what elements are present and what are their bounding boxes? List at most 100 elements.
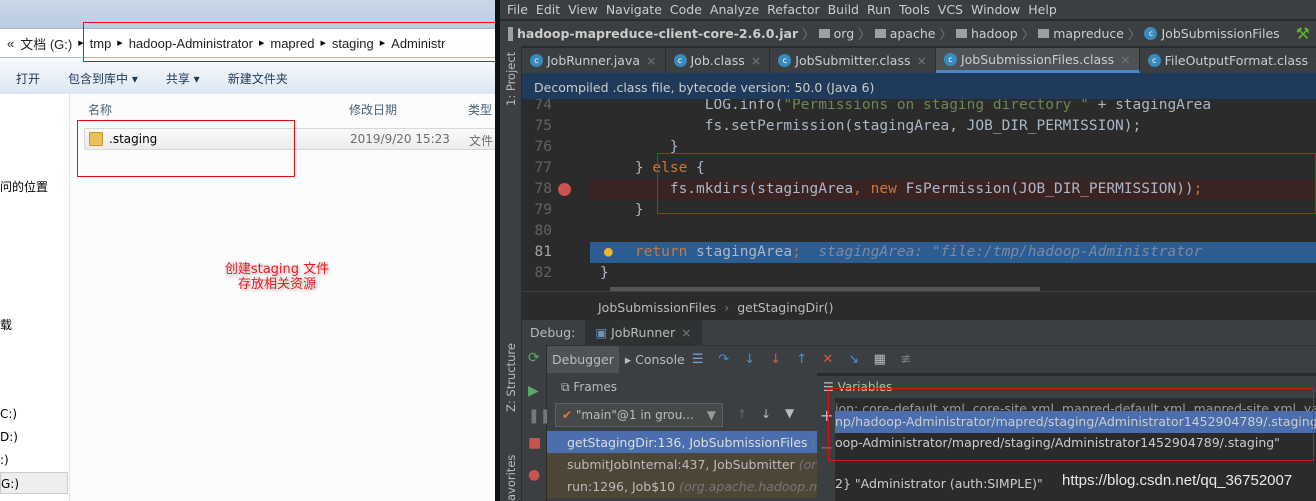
project-tool-tab[interactable]: 1: Project [504, 52, 518, 106]
frame-package: (org [798, 457, 817, 472]
close-icon[interactable]: × [751, 53, 761, 68]
drop-frame-icon[interactable]: ✕ [821, 352, 835, 367]
add-watch-icon[interactable]: + [820, 406, 833, 425]
include-in-library-button[interactable]: 包含到库中 ▾ [68, 70, 138, 87]
nav-org[interactable]: org [834, 26, 855, 41]
chevron-right-icon[interactable]: ▶ [259, 39, 264, 47]
column-name[interactable]: 名称 [88, 101, 112, 118]
nav-item[interactable]: D:) [0, 430, 18, 444]
nav-mapreduce[interactable]: mapreduce [1053, 26, 1124, 41]
menu-tools[interactable]: Tools [899, 2, 930, 17]
close-icon[interactable]: × [916, 53, 926, 68]
package-icon [1038, 29, 1050, 38]
share-button[interactable]: 共享 ▾ [166, 70, 200, 87]
menu-edit[interactable]: Edit [536, 2, 560, 17]
nav-item[interactable]: :) [0, 453, 9, 467]
nav-item[interactable]: C:) [0, 407, 17, 421]
stop-icon[interactable]: ■ [528, 435, 541, 451]
menu-run[interactable]: Run [867, 2, 891, 17]
file-row[interactable]: .staging 2019/9/20 15:23 文件 [84, 128, 497, 150]
chevron-right-icon[interactable]: ▶ [78, 39, 83, 47]
trace-icon[interactable]: ≢ [899, 352, 913, 367]
close-icon[interactable]: × [1120, 52, 1130, 67]
menu-view[interactable]: View [568, 2, 598, 17]
frame-item[interactable]: run:1296, Job$10 (org.apache.hadoop.m [547, 475, 817, 498]
tab-jobrunner[interactable]: c JobRunner.java × [522, 48, 666, 73]
address-segment[interactable]: staging [332, 36, 374, 51]
tab-jobsubmitter[interactable]: c JobSubmitter.class × [770, 48, 936, 73]
address-back-chevron[interactable]: « [7, 36, 14, 51]
breadcrumb-class[interactable]: JobSubmissionFiles [598, 300, 716, 315]
chevron-right-icon[interactable]: ▶ [117, 39, 122, 47]
arrow-up-icon[interactable]: ↑ [737, 407, 747, 421]
show-execution-point-icon[interactable]: ☰ [691, 352, 705, 367]
menu-build[interactable]: Build [828, 2, 859, 17]
menu-refactor[interactable]: Refactor [767, 2, 819, 17]
debug-session-tab[interactable]: ▣ JobRunner × [585, 320, 702, 345]
tab-jobsubmissionfiles[interactable]: c JobSubmissionFiles.class × [935, 48, 1140, 73]
line-number: 76 [534, 139, 552, 155]
editor-tabs: c JobRunner.java × c Job.class × c JobSubmitt… [522, 48, 1316, 73]
nav-hadoop[interactable]: hadoop [971, 26, 1018, 41]
column-date[interactable]: 修改日期 [349, 101, 397, 118]
menu-navigate[interactable]: Navigate [606, 2, 662, 17]
column-type[interactable]: 类型 [468, 101, 492, 118]
code-editor[interactable]: 74 LOG.info("Permissions on staging dire… [522, 99, 1316, 291]
nav-class[interactable]: JobSubmissionFiles [1161, 26, 1279, 41]
menu-help[interactable]: Help [1028, 2, 1057, 17]
filter-icon[interactable]: ▼ [785, 406, 794, 420]
check-icon: ✔ [562, 408, 576, 422]
close-icon[interactable]: × [681, 325, 691, 340]
step-into-icon[interactable]: ↓ [743, 352, 757, 367]
step-out-icon[interactable]: ↑ [795, 352, 809, 367]
menu-file[interactable]: File [507, 2, 528, 17]
package-icon [874, 29, 886, 38]
nav-item[interactable]: 载 [0, 316, 12, 333]
address-segment[interactable]: hadoop-Administrator [129, 36, 253, 51]
debugger-tab[interactable]: Debugger [547, 346, 619, 373]
variable-row[interactable]: np/hadoop-Administrator/mapred/staging/A… [835, 411, 1316, 433]
arrow-down-icon[interactable]: ↓ [761, 407, 771, 421]
nav-apache[interactable]: apache [890, 26, 936, 41]
force-step-into-icon[interactable]: ↓ [769, 352, 783, 367]
tab-job[interactable]: c Job.class × [666, 48, 771, 73]
menu-code[interactable]: Code [670, 2, 702, 17]
resume-icon[interactable]: ▶ [528, 383, 539, 399]
frames-header: ⧉ Frames [547, 376, 817, 398]
nav-item-selected[interactable]: G:) [0, 472, 68, 494]
breakpoint-icon[interactable] [558, 183, 571, 196]
new-folder-button[interactable]: 新建文件夹 [228, 70, 288, 87]
code-breadcrumb: JobSubmissionFiles › getStagingDir() [522, 291, 1316, 320]
frame-item[interactable]: getStagingDir:136, JobSubmissionFiles (o [547, 431, 817, 454]
breadcrumb-method[interactable]: getStagingDir() [737, 300, 833, 315]
favorites-tool-tab[interactable]: avorites [504, 455, 518, 501]
address-segment[interactable]: Administr [391, 36, 445, 51]
menu-analyze[interactable]: Analyze [710, 2, 759, 17]
nav-item[interactable]: 问的位置 [0, 178, 48, 195]
chevron-right-icon[interactable]: ▶ [380, 39, 385, 47]
run-to-cursor-icon[interactable]: ↘ [847, 352, 861, 367]
remove-watch-icon[interactable]: − [820, 438, 833, 457]
address-segment[interactable]: mapred [270, 36, 314, 51]
address-segment[interactable]: tmp [90, 36, 112, 51]
address-segment[interactable]: 文档 (G:) [20, 34, 72, 53]
open-button[interactable]: 打开 [16, 70, 40, 87]
view-breakpoints-icon[interactable]: ● [528, 467, 540, 483]
console-tab[interactable]: ▸ Console [625, 352, 685, 367]
menu-window[interactable]: Window [971, 2, 1020, 17]
step-over-icon[interactable]: ↷ [717, 352, 731, 367]
tab-fileoutputformat[interactable]: cFileOutputFormat.class× [1140, 48, 1316, 73]
menu-vcs[interactable]: VCS [938, 2, 963, 17]
thread-selector[interactable]: ✔ "main"@1 in grou... ▼ [555, 403, 723, 427]
frame-item[interactable]: submitJobInternal:437, JobSubmitter (org [547, 453, 817, 476]
variable-row[interactable]: oop-Administrator/mapred/staging/Adminis… [835, 432, 1316, 454]
nav-jar[interactable]: hadoop-mapreduce-client-core-2.6.0.jar [517, 26, 798, 41]
address-bar[interactable]: « 文档 (G:) ▶ tmp ▶ hadoop-Administrator ▶ ma… [0, 28, 495, 58]
debug-label: Debug: [530, 325, 576, 340]
structure-tool-tab[interactable]: Z: Structure [504, 343, 518, 412]
evaluate-expression-icon[interactable]: ▦ [873, 352, 887, 367]
rerun-icon[interactable]: ⟳ [528, 350, 540, 366]
chevron-right-icon[interactable]: ▶ [320, 39, 325, 47]
close-icon[interactable]: × [646, 53, 656, 68]
build-hammer-icon[interactable]: ⚒ [1296, 24, 1310, 43]
